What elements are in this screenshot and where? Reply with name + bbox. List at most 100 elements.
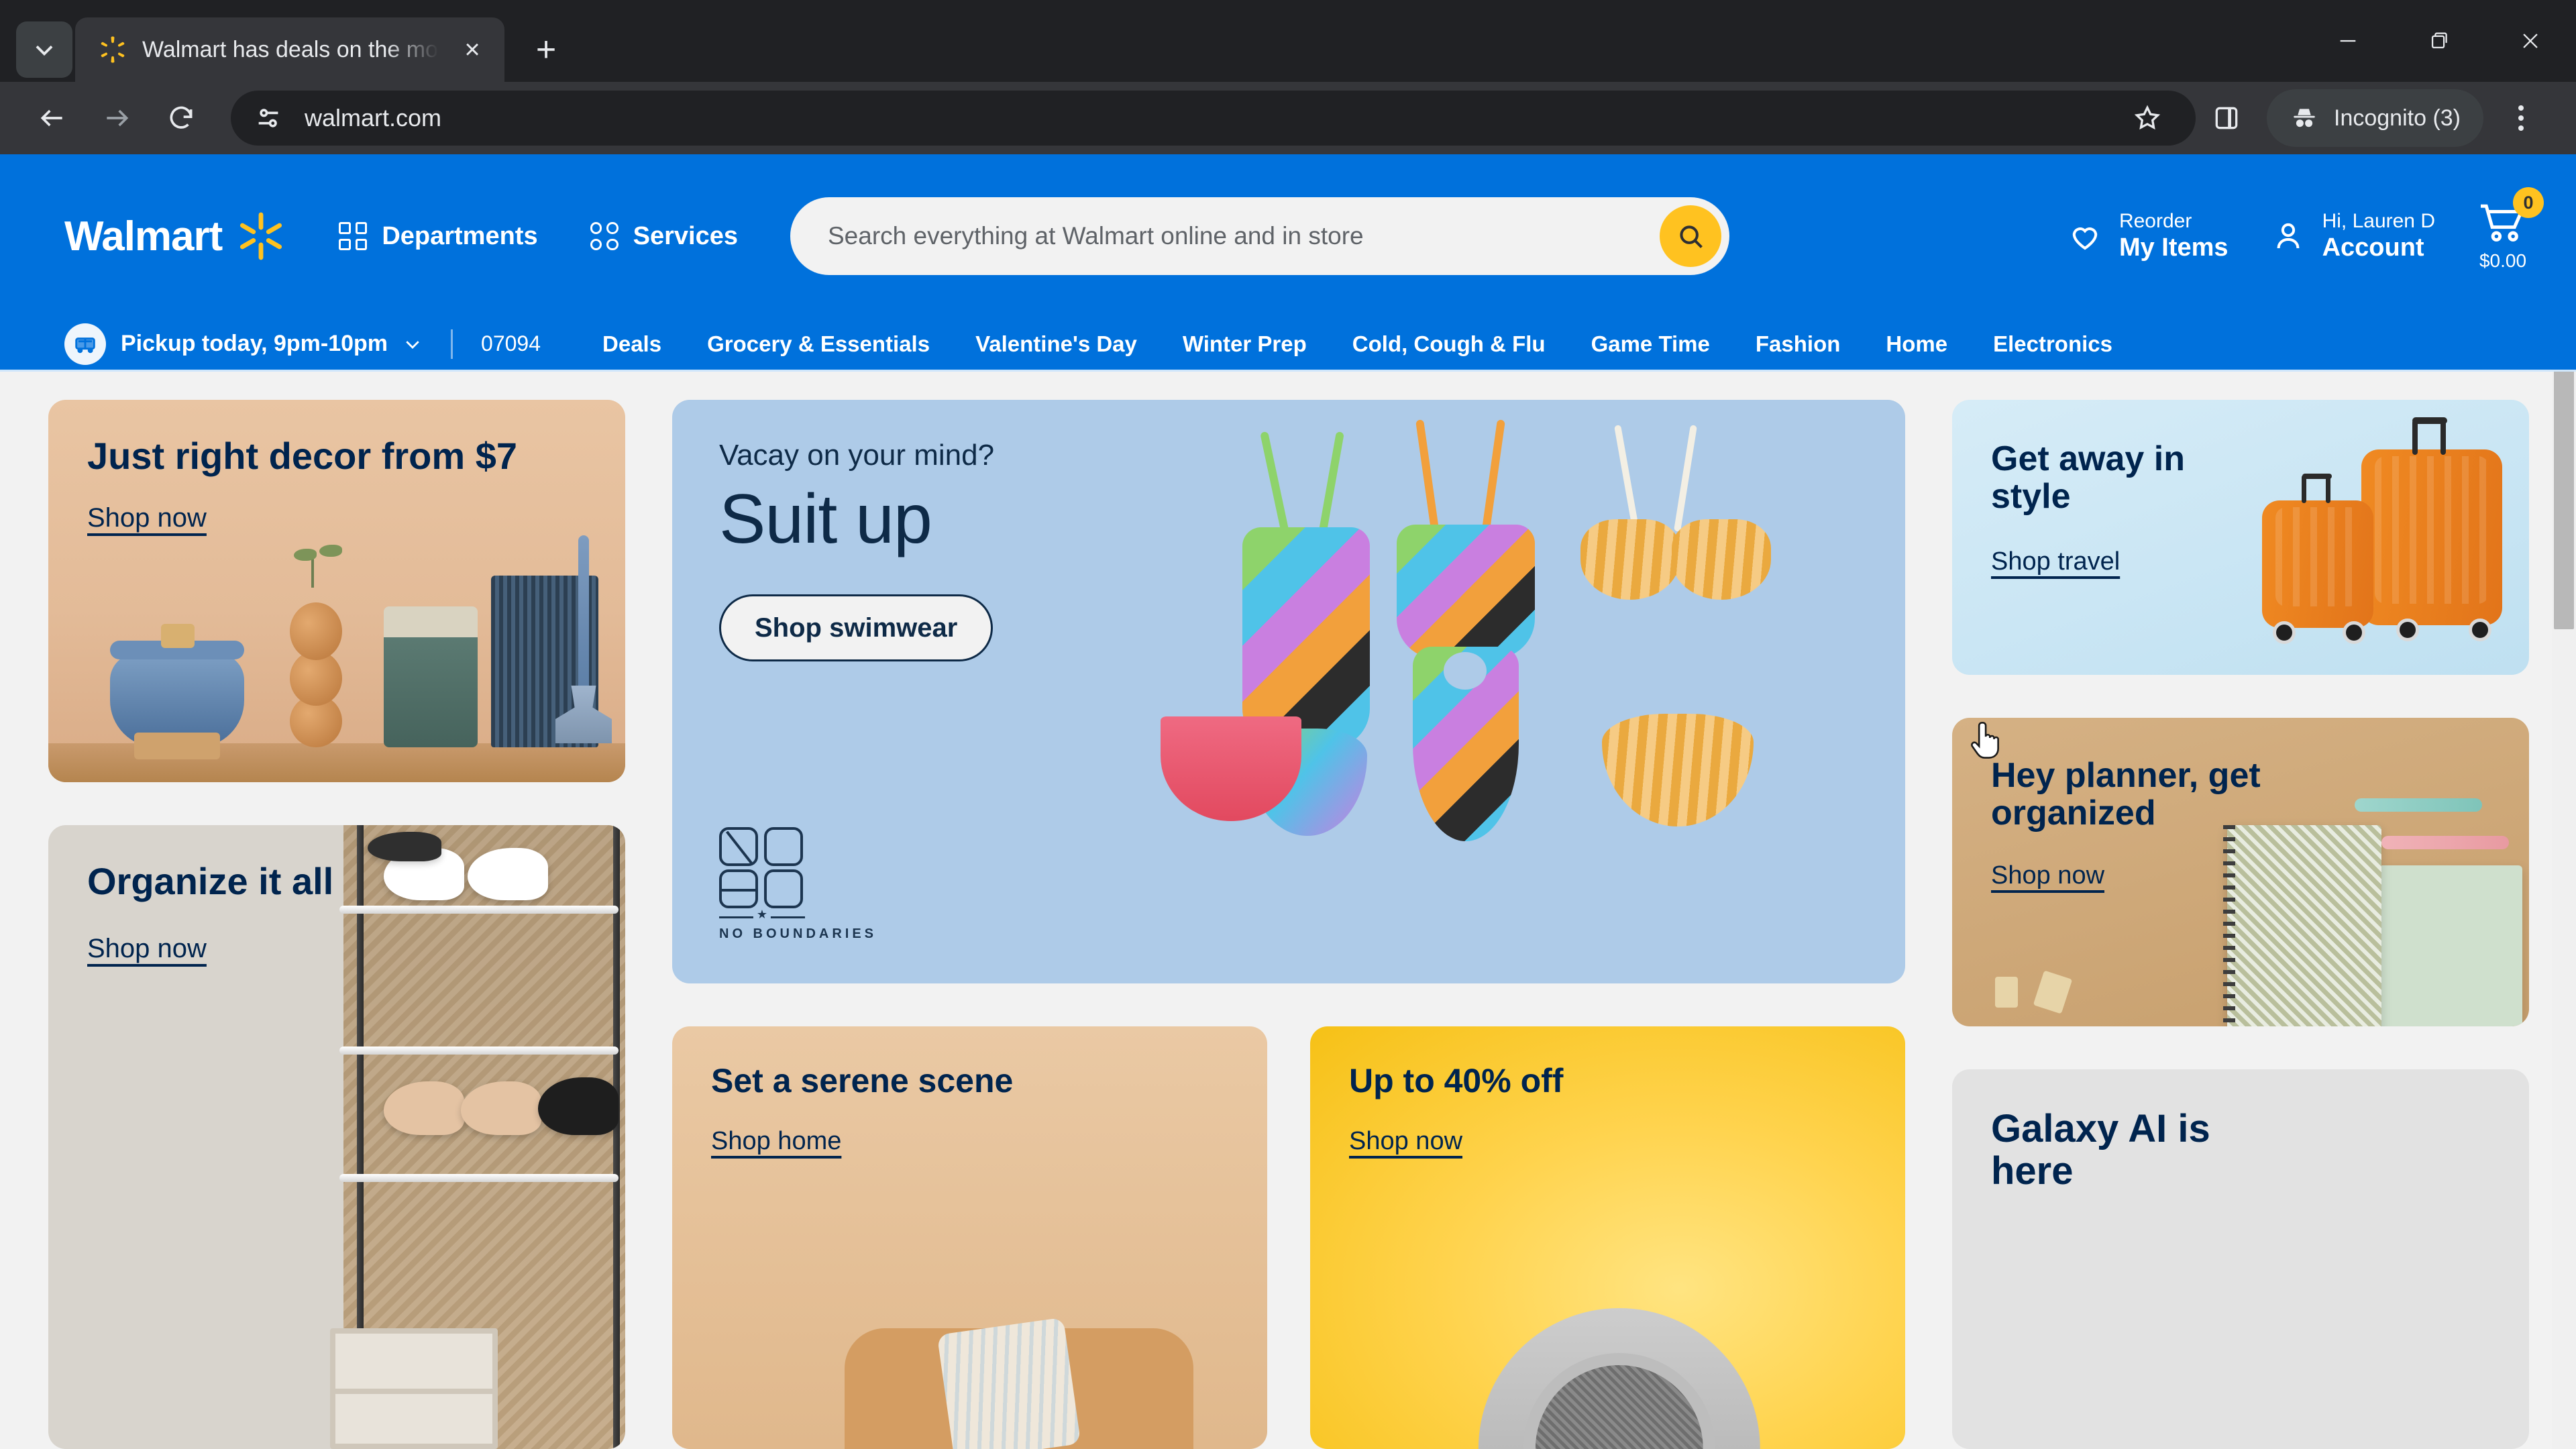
reload-icon <box>170 106 193 129</box>
search-area: Search everything at Walmart online and … <box>790 197 1729 275</box>
decor-illustration <box>48 535 625 782</box>
chevron-down-icon <box>406 340 419 349</box>
card-serene-link[interactable]: Shop home <box>711 1127 841 1156</box>
restore-icon <box>2431 32 2447 49</box>
tab-title: Walmart has deals on the most <box>142 36 439 62</box>
category-link-electronics[interactable]: Electronics <box>1993 331 2112 357</box>
person-icon <box>2277 223 2300 249</box>
card-decor-title: Just right decor from $7 <box>87 435 518 477</box>
side-panel-icon <box>2215 107 2238 129</box>
page-viewport: Walmart Departments Services Search ever… <box>0 154 2576 1449</box>
cart-button[interactable]: 0 $0.00 <box>2477 187 2544 272</box>
cart-total: $0.00 <box>2479 250 2527 271</box>
search-input[interactable]: Search everything at Walmart online and … <box>790 197 1729 275</box>
center-bottom-row: Set a serene scene Shop home Up to 40% o… <box>672 1026 1905 1449</box>
category-link-fashion[interactable]: Fashion <box>1756 331 1841 357</box>
three-dot-menu-icon <box>2518 105 2524 131</box>
left-column: Just right decor from $7 Shop now Organi… <box>48 400 625 1449</box>
zip-code[interactable]: 07094 <box>481 331 541 356</box>
tab-close-button[interactable]: × <box>453 31 491 68</box>
close-icon <box>2523 34 2538 48</box>
category-link-valentines-day[interactable]: Valentine's Day <box>975 331 1137 357</box>
center-column: Vacay on your mind? Suit up Shop swimwea… <box>672 400 1905 1449</box>
category-link-deals[interactable]: Deals <box>602 331 661 357</box>
address-bar[interactable]: walmart.com <box>231 91 2196 146</box>
grid-icon <box>339 222 368 250</box>
window-close-button[interactable] <box>2485 0 2576 82</box>
minimize-icon <box>2340 40 2356 42</box>
services-menu[interactable]: Services <box>590 222 738 251</box>
category-link-grocery[interactable]: Grocery & Essentials <box>707 331 930 357</box>
new-tab-button[interactable]: + <box>521 24 572 75</box>
services-label: Services <box>633 221 738 250</box>
card-planner[interactable]: Hey planner, get organized Shop now <box>1952 718 2529 1026</box>
category-link-game-time[interactable]: Game Time <box>1591 331 1710 357</box>
my-items-bottom-label: My Items <box>2118 233 2229 262</box>
browser-tab[interactable]: Walmart has deals on the most × <box>75 17 504 82</box>
category-link-home[interactable]: Home <box>1886 331 1947 357</box>
pillow-illustration <box>936 1317 1081 1449</box>
back-button[interactable] <box>20 86 85 150</box>
organize-illustration <box>330 825 625 1449</box>
category-links: Deals Grocery & Essentials Valentine's D… <box>602 331 2112 357</box>
walmart-header: Walmart Departments Services Search ever… <box>0 154 2576 318</box>
tab-search-button[interactable] <box>16 21 72 78</box>
tab-strip: Walmart has deals on the most × + <box>0 0 2576 82</box>
forward-button[interactable] <box>85 86 149 150</box>
right-column: Get away in style Shop travel Hey planne… <box>1952 400 2529 1449</box>
window-maximize-button[interactable] <box>2394 0 2485 82</box>
search-submit-button[interactable] <box>1659 205 1721 267</box>
account-label: Account <box>2322 233 2424 262</box>
card-organize[interactable]: Organize it all Shop now <box>48 825 625 1449</box>
side-panel-button[interactable] <box>2196 87 2257 149</box>
walmart-subnav: Pickup today, 9pm-10pm 07094 Deals Groce… <box>0 318 2576 372</box>
card-travel-title: Get away in style <box>1991 439 2185 517</box>
card-planner-link[interactable]: Shop now <box>1991 861 2104 890</box>
account-greeting: Hi, Lauren D <box>2322 209 2435 232</box>
swimwear-illustration <box>1154 413 1878 970</box>
pickup-selector[interactable]: Pickup today, 9pm-10pm 07094 <box>64 323 541 365</box>
category-link-cold-cough-flu[interactable]: Cold, Cough & Flu <box>1352 331 1546 357</box>
card-decor-link[interactable]: Shop now <box>87 503 207 533</box>
homepage-content: Just right decor from $7 Shop now Organi… <box>0 372 2576 1449</box>
circles-icon <box>590 222 619 250</box>
departments-menu[interactable]: Departments <box>339 222 538 251</box>
card-hero-swimwear[interactable]: Vacay on your mind? Suit up Shop swimwea… <box>672 400 1905 983</box>
my-items-top-label: Reorder <box>2118 209 2192 232</box>
card-serene[interactable]: Set a serene scene Shop home <box>672 1026 1267 1449</box>
incognito-hat-icon <box>2294 109 2315 127</box>
heart-icon <box>2072 227 2098 250</box>
card-organize-title: Organize it all <box>87 860 334 902</box>
window-minimize-button[interactable] <box>2302 0 2394 82</box>
pickup-truck-icon <box>64 323 106 365</box>
search-icon <box>1680 225 1703 248</box>
card-serene-title: Set a serene scene <box>711 1062 1014 1099</box>
hero-shop-swimwear-button[interactable]: Shop swimwear <box>719 594 994 661</box>
nobo-brand-logo: NO BOUNDARIES <box>719 827 877 942</box>
category-link-winter-prep[interactable]: Winter Prep <box>1183 331 1307 357</box>
reload-button[interactable] <box>149 86 213 150</box>
card-sale-link[interactable]: Shop now <box>1349 1127 1462 1156</box>
star-icon <box>2134 105 2161 130</box>
bookmark-button[interactable] <box>2116 87 2178 149</box>
url-text: walmart.com <box>305 104 442 131</box>
card-sale[interactable]: Up to 40% off Shop now <box>1310 1026 1905 1449</box>
card-planner-title: Hey planner, get organized <box>1991 756 2261 833</box>
nobo-tagline: NO BOUNDARIES <box>719 926 877 941</box>
walmart-logo[interactable]: Walmart <box>64 211 286 262</box>
my-items-button[interactable]: Reorder My Items <box>2067 209 2229 263</box>
cart-count-badge: 0 <box>2513 187 2544 218</box>
site-settings-icon[interactable] <box>254 103 284 133</box>
card-travel[interactable]: Get away in style Shop travel <box>1952 400 2529 675</box>
card-travel-link[interactable]: Shop travel <box>1991 547 2120 576</box>
card-galaxy-ai[interactable]: Galaxy AI is here <box>1952 1069 2529 1449</box>
walmart-spark-icon <box>98 35 127 64</box>
forward-arrow-icon <box>107 109 129 127</box>
card-organize-link[interactable]: Shop now <box>87 934 207 964</box>
account-button[interactable]: Hi, Lauren D Account <box>2270 209 2435 263</box>
card-decor[interactable]: Just right decor from $7 Shop now <box>48 400 625 782</box>
chevron-down-icon <box>36 45 53 56</box>
browser-toolbar: walmart.com Incognito (3) <box>0 82 2576 154</box>
browser-menu-button[interactable] <box>2490 87 2552 149</box>
incognito-indicator[interactable]: Incognito (3) <box>2267 89 2483 147</box>
